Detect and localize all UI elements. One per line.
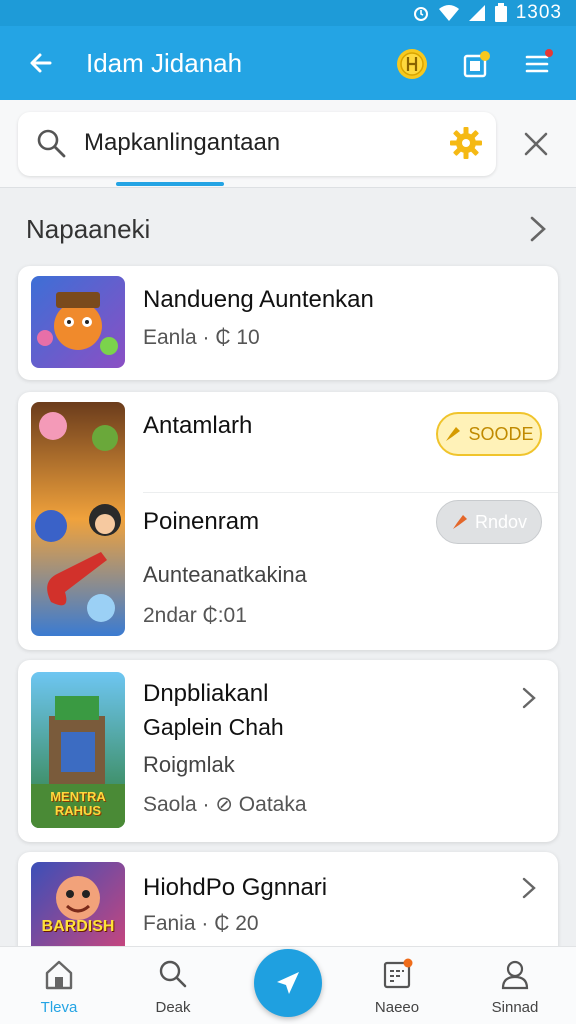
- nav-home[interactable]: Tleva: [14, 957, 104, 1021]
- send-button[interactable]: [254, 949, 322, 1017]
- chevron-right-icon: [530, 216, 546, 242]
- game-card-expanded[interactable]: Antamlarh SOODE Poinenram Rndov Aunteana…: [18, 392, 558, 650]
- game-thumbnail: [31, 402, 125, 636]
- thumbnail-label: BARDISH: [41, 918, 115, 935]
- nav-profile[interactable]: Sinnad: [470, 957, 560, 1021]
- rocket-icon: [452, 515, 467, 529]
- game-meta: 2ndar ₵:01: [143, 604, 247, 627]
- search-icon: [37, 129, 66, 158]
- wifi-icon: [438, 5, 459, 21]
- search-icon: [159, 960, 187, 988]
- game-thumbnail: MENTRA RAHUS: [31, 672, 125, 828]
- nav-profile-label: Sinnad: [491, 999, 539, 1016]
- coin-icon: [397, 49, 427, 79]
- status-bar: 1303: [0, 0, 576, 26]
- game-title: Dnpbliakanl: [143, 680, 269, 707]
- game-description: Roigmlak: [143, 752, 235, 777]
- game-card[interactable]: Nandueng Auntenkan Eanla · ₵ 10: [18, 266, 558, 380]
- arrow-left-icon: [30, 53, 52, 73]
- close-button[interactable]: [518, 126, 554, 162]
- alarm-icon: [413, 7, 428, 21]
- thumbnail-label: MENTRA RAHUS: [50, 789, 106, 818]
- status-time: 1303: [515, 2, 562, 23]
- game-title: HiohdPo Ggnnari: [143, 874, 328, 901]
- chevron-right-icon[interactable]: [516, 874, 540, 902]
- chevron-right-icon[interactable]: [516, 684, 540, 712]
- game-meta: Saola · ⊘ Oataka: [143, 793, 307, 816]
- battery-icon: [494, 3, 507, 22]
- app-bar: Idam Jidanah: [0, 26, 576, 100]
- search-input-value: Mapkanlingantaan: [84, 129, 281, 156]
- search-input[interactable]: Mapkanlingantaan: [18, 112, 496, 176]
- install-button-label: SOODE: [468, 423, 534, 444]
- wallet-icon: [463, 51, 490, 78]
- game-title: Antamlarh: [143, 412, 253, 439]
- wallet-button[interactable]: [456, 44, 496, 84]
- install-button[interactable]: SOODE: [436, 412, 542, 456]
- signal-icon: [468, 5, 485, 21]
- game-card[interactable]: MENTRA RAHUS Dnpbliakanl Gaplein Chah Ro…: [18, 660, 558, 842]
- game-meta: Eanla · ₵ 10: [143, 326, 260, 349]
- secondary-button[interactable]: Rndov: [436, 500, 542, 544]
- nav-home-label: Tleva: [40, 999, 78, 1016]
- profile-icon: [501, 960, 529, 990]
- nav-search-label: Deak: [155, 999, 191, 1016]
- secondary-button-label: Rndov: [474, 511, 528, 532]
- nav-calendar[interactable]: Naeeo: [352, 957, 442, 1021]
- game-thumbnail: [31, 276, 125, 368]
- home-icon: [45, 960, 73, 990]
- game-subtitle: Gaplein Chah: [143, 714, 284, 740]
- back-button[interactable]: [22, 44, 60, 82]
- tab-indicator: [116, 182, 224, 186]
- section-title: Napaaneki: [26, 214, 151, 244]
- game-title: Nandueng Auntenkan: [143, 286, 374, 313]
- divider: [143, 492, 558, 493]
- close-icon: [524, 132, 548, 156]
- coins-button[interactable]: [392, 44, 432, 84]
- game-meta: Fania · ₵ 20: [143, 912, 259, 935]
- search-area: Mapkanlingantaan: [0, 100, 576, 188]
- menu-button[interactable]: [518, 44, 558, 84]
- menu-icon: [525, 49, 553, 73]
- page-title: Idam Jidanah: [86, 48, 243, 78]
- nav-calendar-label: Naeeo: [374, 999, 420, 1016]
- game-description: Aunteanatkakina: [143, 562, 307, 587]
- section-header[interactable]: Napaaneki: [0, 200, 576, 258]
- gear-icon[interactable]: [448, 125, 484, 161]
- bottom-navigation: Tleva Deak Naeeo Sinnad: [0, 946, 576, 1024]
- nav-search[interactable]: Deak: [128, 957, 218, 1021]
- game-subtitle: Poinenram: [143, 508, 260, 535]
- send-icon: [277, 972, 299, 994]
- calendar-icon: [383, 958, 413, 989]
- rocket-icon: [446, 427, 461, 441]
